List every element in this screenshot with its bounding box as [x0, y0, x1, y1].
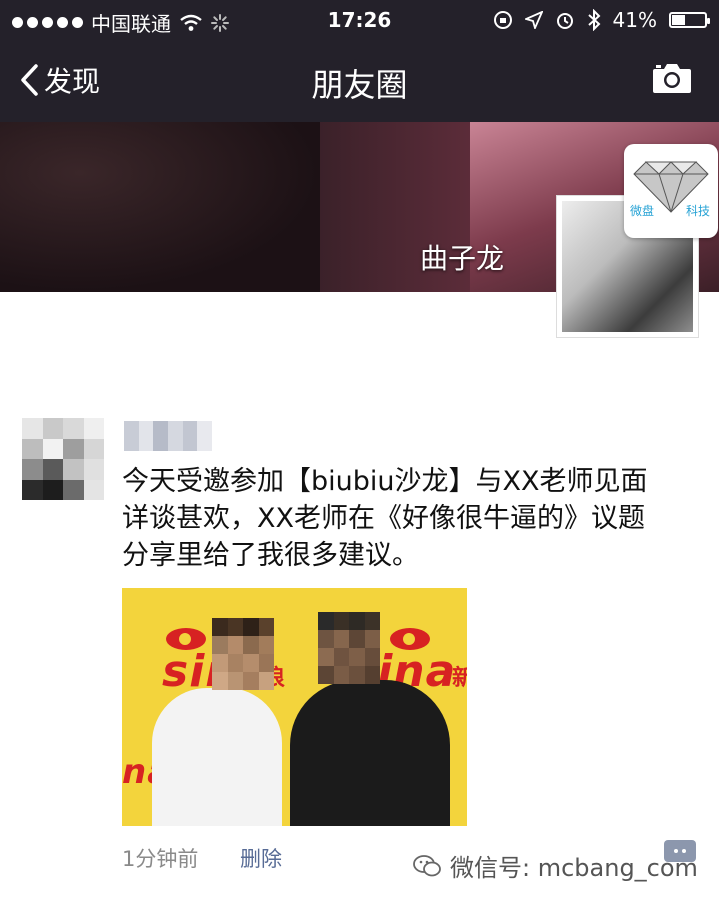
- page-title: 朋友圈: [311, 66, 408, 104]
- post-text-line: 详谈甚欢，XX老师在《好像很牛逼的》议题: [122, 503, 645, 534]
- mosaic-block: [349, 630, 365, 648]
- battery-icon: [669, 12, 710, 28]
- person-left: [152, 688, 282, 826]
- mosaic-block: [258, 636, 274, 654]
- mosaic-block: [83, 438, 104, 459]
- post-timestamp: 1分钟前: [122, 847, 199, 871]
- mosaic-block: [227, 636, 243, 654]
- post-text-line: 今天受邀参加【biubiu沙龙】与XX老师见面: [122, 466, 648, 497]
- mosaic-block: [212, 618, 228, 636]
- comment-button[interactable]: [664, 840, 696, 862]
- post-text: 今天受邀参加【biubiu沙龙】与XX老师见面 详谈甚欢，XX老师在《好像很牛逼…: [122, 463, 682, 574]
- mosaic-block: [22, 418, 43, 439]
- alarm-icon: [556, 13, 573, 29]
- person-right-face: [318, 612, 380, 684]
- mosaic-block: [318, 630, 334, 648]
- mosaic-block: [138, 421, 154, 451]
- mosaic-block: [22, 479, 43, 500]
- post-text-line: 分享里给了我很多建议。: [122, 540, 419, 571]
- mosaic-block: [83, 418, 104, 439]
- mosaic-block: [227, 618, 243, 636]
- mosaic-block: [63, 418, 84, 439]
- mosaic-block: [364, 630, 380, 648]
- watermark: 微信号: mcbang_com: [412, 848, 698, 883]
- mosaic-block: [227, 654, 243, 672]
- mosaic-block: [258, 672, 274, 690]
- mosaic-block: [42, 418, 63, 439]
- mosaic-block: [212, 672, 228, 690]
- mosaic-block: [318, 648, 334, 666]
- sina-sign-right-cn: 新: [452, 666, 467, 691]
- mosaic-block: [153, 421, 168, 451]
- mosaic-block: [42, 479, 63, 500]
- mosaic-block: [318, 612, 334, 630]
- wechat-icon: [413, 854, 441, 876]
- mosaic-block: [63, 438, 84, 459]
- mosaic-block: [212, 636, 228, 654]
- mosaic-block: [42, 438, 63, 459]
- mosaic-block: [258, 654, 274, 672]
- bluetooth-icon: [587, 9, 600, 31]
- mosaic-block: [197, 421, 212, 451]
- post-author-name[interactable]: [124, 421, 212, 451]
- delete-button[interactable]: 删除: [240, 843, 282, 873]
- orientation-lock-icon: [493, 11, 512, 29]
- status-right: 41%: [493, 8, 710, 32]
- battery-percent: 41%: [612, 8, 657, 32]
- mosaic-block: [182, 421, 198, 451]
- cover-shadow: [0, 122, 320, 292]
- mosaic-block: [212, 654, 228, 672]
- mosaic-block: [83, 479, 104, 500]
- mosaic-block: [349, 666, 365, 684]
- badge-label-left: 微盘: [630, 204, 655, 218]
- person-left-face: [212, 618, 274, 690]
- mosaic-block: [333, 648, 349, 666]
- mosaic-block: [243, 654, 259, 672]
- watermark-text: 微信号: mcbang_com: [450, 854, 698, 882]
- mosaic-block: [42, 459, 63, 480]
- mosaic-block: [227, 672, 243, 690]
- status-bar: 中国联通 17:26 41%: [0, 0, 719, 40]
- mosaic-block: [333, 612, 349, 630]
- mosaic-block: [22, 438, 43, 459]
- mosaic-block: [318, 666, 334, 684]
- post-author-avatar[interactable]: [22, 418, 104, 500]
- mosaic-block: [243, 636, 259, 654]
- person-right: [290, 680, 450, 826]
- mosaic-block: [83, 459, 104, 480]
- mosaic-block: [349, 612, 365, 630]
- mosaic-block: [63, 459, 84, 480]
- brand-logo: 微盘 科技: [624, 144, 718, 238]
- mosaic-block: [243, 618, 259, 636]
- mosaic-block: [333, 666, 349, 684]
- navigation-bar: 发现 朋友圈: [0, 40, 719, 122]
- mosaic-block: [364, 648, 380, 666]
- post-photo[interactable]: sin 新浪 sina 新 na: [122, 588, 467, 826]
- mosaic-block: [63, 479, 84, 500]
- mosaic-block: [258, 618, 274, 636]
- badge-label-right: 科技: [686, 204, 711, 218]
- mosaic-block: [124, 421, 139, 451]
- mosaic-block: [168, 421, 183, 451]
- mosaic-block: [364, 666, 380, 684]
- profile-username: 曲子龙: [420, 242, 505, 275]
- mosaic-block: [333, 630, 349, 648]
- mosaic-block: [349, 648, 365, 666]
- mosaic-block: [364, 612, 380, 630]
- mosaic-block: [243, 672, 259, 690]
- mosaic-block: [22, 459, 43, 480]
- location-icon: [524, 11, 543, 29]
- camera-icon[interactable]: [651, 62, 693, 94]
